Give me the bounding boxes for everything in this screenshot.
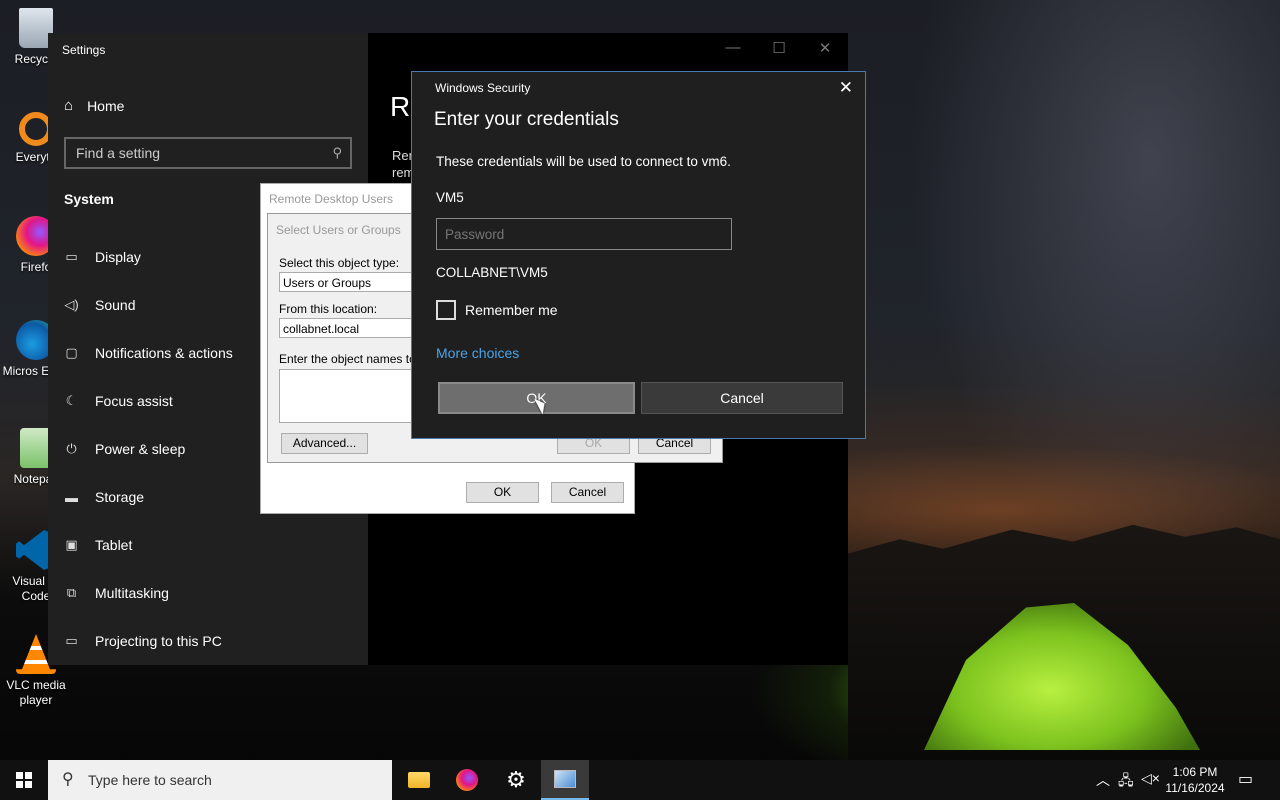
clock-time: 1:06 PM: [1172, 765, 1218, 779]
chevron-up-icon[interactable]: ︿: [1096, 770, 1110, 790]
nav-item-label: Power & sleep: [95, 441, 186, 457]
taskbar-search-placeholder: Type here to search: [88, 772, 212, 788]
remote-desktop-icon: [554, 770, 576, 788]
username-label: VM5: [436, 190, 464, 205]
password-field[interactable]: [436, 218, 732, 250]
ok-button[interactable]: OK: [466, 482, 539, 503]
nav-item-label: Projecting to this PC: [95, 633, 222, 649]
remember-me-label: Remember me: [465, 302, 558, 318]
nav-item-label: Storage: [95, 489, 145, 505]
settings-gear-icon: ⚙: [506, 767, 526, 792]
power-icon: ⏻: [66, 441, 77, 456]
nav-home[interactable]: ⌂ Home: [64, 97, 124, 114]
clock-date: 11/16/2024: [1165, 781, 1225, 795]
moon-icon: ☾: [65, 393, 78, 408]
nav-item-label: Focus assist: [95, 393, 173, 409]
remember-me-checkbox[interactable]: Remember me: [436, 300, 558, 320]
nav-item-label: Notifications & actions: [95, 345, 233, 361]
taskbar-app-remote-desktop[interactable]: [541, 760, 589, 800]
object-names-input[interactable]: [279, 369, 419, 423]
nav-item-label: Display: [95, 249, 141, 265]
windows-logo-icon: [16, 772, 32, 788]
dialog-heading: Enter your credentials: [434, 109, 619, 130]
minimize-button[interactable]: —: [710, 39, 756, 56]
nav-item-label: Sound: [95, 297, 136, 313]
file-explorer-icon: [408, 772, 430, 788]
monitor-icon: ▭: [65, 249, 78, 264]
tablet-icon: ▣: [65, 537, 78, 552]
more-choices-link[interactable]: More choices: [436, 345, 519, 361]
cancel-button[interactable]: Cancel: [551, 482, 624, 503]
nav-item-multitasking[interactable]: ⧉ Multitasking: [64, 585, 344, 601]
maximize-button[interactable]: ☐: [756, 39, 802, 57]
advanced-button[interactable]: Advanced...: [281, 433, 368, 454]
volume-muted-icon[interactable]: ◁×: [1141, 770, 1160, 787]
dialog-title: Select Users or Groups: [276, 223, 401, 237]
windows-security-dialog: Windows Security ✕ Enter your credential…: [411, 71, 866, 439]
object-type-label: Select this object type:: [279, 256, 400, 270]
domain-user-label: COLLABNET\VM5: [436, 265, 548, 280]
speaker-icon: ◁): [64, 297, 79, 312]
object-type-field: Users or Groups: [279, 272, 419, 292]
network-icon[interactable]: 🖧: [1118, 770, 1134, 794]
desktop-icon-label: Firefo: [20, 260, 52, 274]
find-setting-placeholder: Find a setting: [76, 145, 161, 161]
dialog-title: Remote Desktop Users: [269, 192, 394, 206]
window-title: Settings: [62, 43, 106, 57]
taskbar-app-settings[interactable]: ⚙: [492, 760, 540, 800]
checkbox-box[interactable]: [436, 300, 456, 320]
projecting-icon: ▭: [65, 633, 78, 648]
nav-item-label: Tablet: [95, 537, 133, 553]
search-icon: ⚲: [332, 145, 342, 160]
nav-item-tablet[interactable]: ▣ Tablet: [64, 537, 344, 553]
multitasking-icon: ⧉: [66, 585, 77, 600]
home-icon: ⌂: [64, 97, 74, 114]
taskbar-search-box[interactable]: ⚲ Type here to search: [48, 760, 392, 800]
cancel-button[interactable]: Cancel: [641, 382, 843, 414]
taskbar-app-file-explorer[interactable]: [395, 760, 443, 800]
section-label: System: [64, 191, 114, 207]
close-button[interactable]: ✕: [802, 39, 848, 57]
location-label: From this location:: [279, 302, 378, 316]
taskbar-clock[interactable]: 1:06 PM 11/16/2024: [1163, 764, 1227, 796]
object-names-label: Enter the object names to se: [279, 352, 432, 366]
close-icon[interactable]: ✕: [839, 78, 853, 98]
taskbar: ⚲ Type here to search ⚙ ︿ 🖧 ◁× 1:06 PM 1…: [0, 760, 1280, 800]
search-icon: ⚲: [62, 771, 74, 788]
taskbar-app-firefox[interactable]: [443, 760, 491, 800]
desktop-icon-label: VLC media player: [6, 678, 66, 707]
notification-icon: ▢: [65, 345, 78, 360]
dialog-app-name: Windows Security: [435, 81, 531, 95]
dialog-description: These credentials will be used to connec…: [436, 154, 731, 169]
storage-icon: ▬: [65, 489, 78, 505]
nav-item-label: Multitasking: [95, 585, 169, 601]
action-center-icon[interactable]: ▭: [1238, 769, 1253, 789]
start-button[interactable]: [0, 760, 48, 800]
nav-home-label: Home: [87, 97, 125, 114]
firefox-icon: [456, 769, 478, 791]
location-field: collabnet.local: [279, 318, 419, 338]
nav-item-projecting[interactable]: ▭ Projecting to this PC: [64, 633, 344, 649]
find-setting-input[interactable]: Find a setting ⚲: [64, 137, 352, 169]
